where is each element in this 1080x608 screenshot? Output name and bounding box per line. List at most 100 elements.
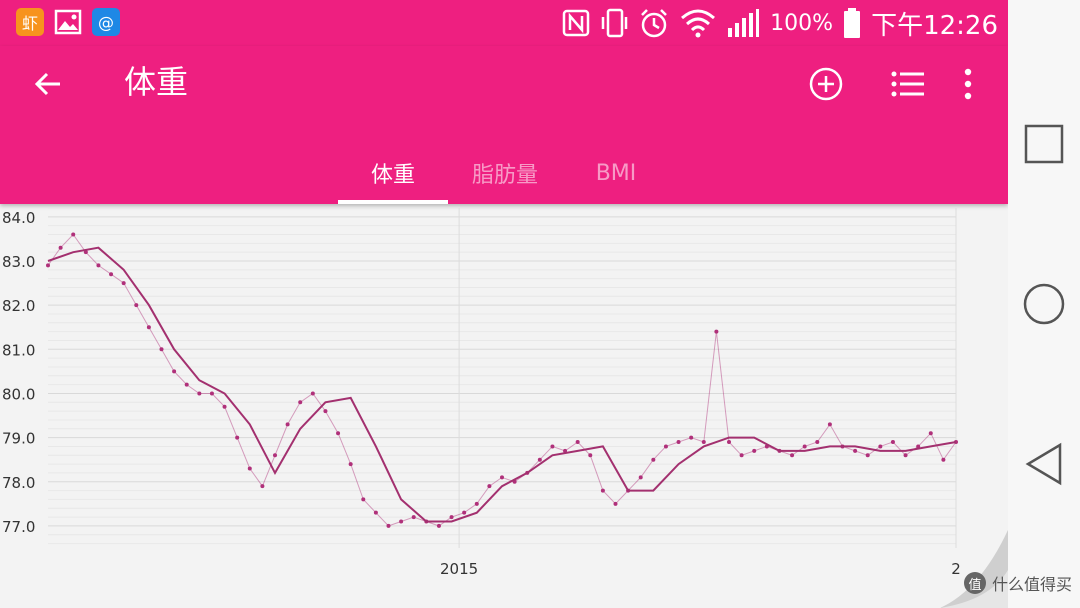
wifi-icon xyxy=(680,8,716,38)
alarm-icon xyxy=(638,7,670,39)
back-nav-button[interactable] xyxy=(1022,442,1066,486)
triangle-back-icon xyxy=(1025,442,1062,486)
daily-weight-point xyxy=(310,391,315,396)
daily-weight-point xyxy=(550,444,555,449)
square-icon xyxy=(1024,124,1064,164)
add-button[interactable] xyxy=(804,62,848,106)
y-tick-label: 78.0 xyxy=(2,474,35,492)
y-tick-label: 81.0 xyxy=(2,341,35,359)
page-title: 体重 xyxy=(124,63,189,101)
add-circle-icon xyxy=(809,67,843,101)
daily-weight-point xyxy=(336,431,341,436)
daily-weight-point xyxy=(260,484,265,489)
daily-weight-point xyxy=(827,422,832,427)
daily-weight-point xyxy=(46,263,50,268)
daily-weight-point xyxy=(638,475,643,480)
daily-weight-point xyxy=(247,466,252,471)
weight-chart[interactable]: 77.0 78.0 79.0 80.0 81.0 82.0 83.0 84.0 2015 2 xyxy=(0,204,1008,608)
chart-series xyxy=(46,232,958,528)
daily-weight-point xyxy=(323,409,328,414)
daily-weight-point xyxy=(865,453,870,458)
daily-weight-point xyxy=(676,440,681,445)
tab-fat-mass[interactable]: 脂肪量 xyxy=(452,142,558,204)
back-button[interactable] xyxy=(26,62,70,106)
daily-weight-point xyxy=(58,245,63,250)
daily-weight-point xyxy=(222,404,227,409)
y-tick-label: 77.0 xyxy=(2,518,35,536)
y-axis-labels: 77.0 78.0 79.0 80.0 81.0 82.0 83.0 84.0 xyxy=(2,209,35,536)
daily-weight-point xyxy=(890,440,895,445)
daily-weight-point xyxy=(752,448,757,453)
tab-bar: 体重 脂肪量 BMI xyxy=(0,142,1008,204)
daily-weight-point xyxy=(500,475,504,480)
daily-weight-point xyxy=(701,440,706,445)
y-tick-label: 82.0 xyxy=(2,297,35,315)
system-status: 100% 下午12:26 xyxy=(562,5,998,41)
daily-weight-point xyxy=(790,453,795,458)
daily-weight-point xyxy=(411,515,416,520)
daily-weight-point xyxy=(714,329,719,334)
notification-icons: 虾 @ xyxy=(16,8,120,36)
daily-weight-point xyxy=(159,347,164,352)
daily-weight-point xyxy=(600,488,605,493)
daily-weight-point xyxy=(663,444,668,449)
signal-icon xyxy=(726,8,760,38)
list-icon xyxy=(891,71,924,97)
daily-weight-point xyxy=(651,457,656,462)
clock: 下午12:26 xyxy=(871,10,998,41)
daily-weight-point xyxy=(802,444,807,449)
tab-weight[interactable]: 体重 xyxy=(338,142,448,204)
daily-weight-point xyxy=(739,453,744,458)
daily-weight-point xyxy=(941,457,946,462)
daily-weight-point xyxy=(209,391,214,396)
y-tick-label: 80.0 xyxy=(2,385,35,403)
app-bar: 体重 体重 脂肪量 BMI xyxy=(0,46,1008,204)
circle-icon xyxy=(1023,283,1065,325)
daily-weight-point xyxy=(373,510,378,515)
recents-button[interactable] xyxy=(1022,122,1066,166)
daily-weight-point xyxy=(146,325,151,330)
home-button[interactable] xyxy=(1022,282,1066,326)
daily-weight-point xyxy=(727,440,731,445)
daily-weight-point xyxy=(853,448,858,453)
daily-weight-point xyxy=(184,382,189,387)
daily-weight-point xyxy=(273,453,277,458)
daily-weight-point xyxy=(285,422,290,427)
back-arrow-icon xyxy=(34,72,60,96)
daily-weight-point xyxy=(689,435,694,440)
daily-weight-point xyxy=(172,369,177,374)
daily-weight-point xyxy=(575,440,580,445)
app-window: 虾 @ 100% 下午12:26 体重 体重 脂肪量 BMI 77.0 78.0… xyxy=(0,0,1008,608)
chart-gridlines xyxy=(48,207,957,548)
daily-weight-point xyxy=(298,400,303,405)
daily-weight-point xyxy=(348,462,353,467)
more-vert-icon xyxy=(964,68,972,100)
navigation-bar xyxy=(1008,0,1080,608)
daily-weight-point xyxy=(399,519,404,524)
daily-weight-point xyxy=(197,391,202,396)
battery-percentage: 100% xyxy=(770,10,834,36)
status-bar: 虾 @ 100% 下午12:26 xyxy=(0,0,1008,46)
daily-weight-point xyxy=(878,444,883,449)
list-button[interactable] xyxy=(886,62,930,106)
email-app-icon: @ xyxy=(92,8,120,36)
daily-weight-point xyxy=(134,303,139,308)
battery-icon xyxy=(843,7,861,39)
watermark-badge: 值 xyxy=(963,572,986,594)
y-tick-label: 84.0 xyxy=(2,209,35,227)
y-tick-label: 83.0 xyxy=(2,253,35,271)
nfc-icon xyxy=(562,9,590,37)
daily-weight-point xyxy=(96,263,101,268)
daily-weight-point xyxy=(235,435,240,440)
daily-weight-point xyxy=(462,510,467,515)
daily-weight-point xyxy=(487,484,492,489)
x-axis-labels: 2015 2 xyxy=(440,560,961,578)
overflow-menu-button[interactable] xyxy=(946,62,990,106)
daily-weight-point xyxy=(361,497,366,502)
daily-weight-point xyxy=(109,272,114,277)
tab-bmi[interactable]: BMI xyxy=(566,142,666,204)
daily-weight-point xyxy=(121,281,126,286)
daily-weight-point xyxy=(537,457,542,462)
daily-weight-point xyxy=(588,453,593,458)
vibrate-icon xyxy=(600,7,628,39)
